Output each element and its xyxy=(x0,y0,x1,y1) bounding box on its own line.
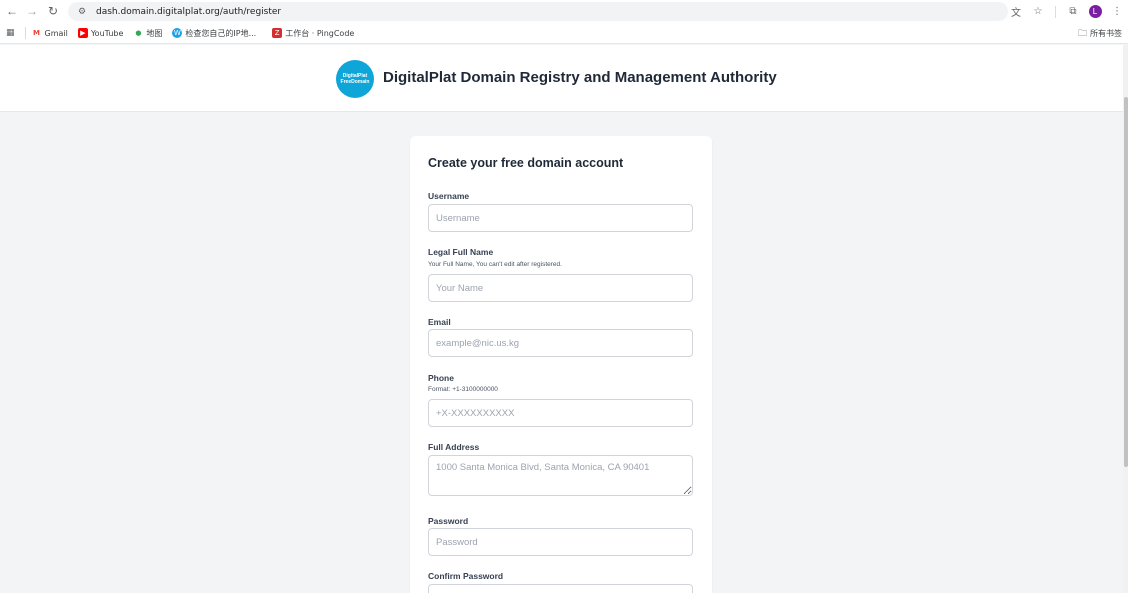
avatar: L xyxy=(1088,5,1102,18)
register-card: Create your free domain account Username… xyxy=(410,136,712,593)
pingcode-icon: Z xyxy=(272,28,283,38)
phone-label: Phone xyxy=(428,373,454,383)
password-label: Password xyxy=(428,516,469,526)
bookmark-label: 检查您自己的IP地... xyxy=(185,28,257,38)
confirm-password-input[interactable] xyxy=(428,584,693,593)
back-icon[interactable]: ← xyxy=(2,1,22,21)
fullname-input[interactable] xyxy=(428,274,693,302)
bookmark-label: 地图 xyxy=(146,28,163,38)
translate-icon[interactable]: 文 xyxy=(1005,2,1027,21)
phone-hint: Format: +1-3100000000 xyxy=(428,386,498,393)
logo-text-line2: FreeDomain xyxy=(340,79,370,85)
form-title: Create your free domain account xyxy=(428,156,624,170)
ip-icon: W xyxy=(172,28,183,38)
all-bookmarks-label: 所有书签 xyxy=(1090,29,1122,38)
gmail-icon: M xyxy=(33,29,40,37)
toolbar-actions: 文 ☆ ⧉ L ⋮ xyxy=(1005,2,1128,21)
phone-input[interactable] xyxy=(428,399,693,427)
fullname-label: Legal Full Name xyxy=(428,247,494,257)
username-input[interactable] xyxy=(428,204,693,232)
maps-icon: ● xyxy=(135,29,142,37)
toolbar-divider xyxy=(1055,5,1056,18)
profile-button[interactable]: L xyxy=(1084,2,1106,21)
bookmarks-divider xyxy=(24,27,26,39)
apps-icon[interactable]: ▦ xyxy=(6,28,15,38)
site-header: DigitalPlat FreeDomain DigitalPlat Domai… xyxy=(0,45,1128,112)
bookmark-youtube[interactable]: ▶ YouTube xyxy=(77,28,124,38)
browser-toolbar: ← → ↻ ⚙ dash.domain.digitalplat.org/auth… xyxy=(0,0,1128,23)
bookmark-maps[interactable]: ● 地图 xyxy=(133,28,162,39)
address-label: Full Address xyxy=(428,442,480,452)
fullname-hint: Your Full Name, You can't edit after reg… xyxy=(428,261,562,268)
username-label: Username xyxy=(428,191,470,201)
url-text: dash.domain.digitalplat.org/auth/registe… xyxy=(96,6,282,17)
bookmarks-bar: ▦ M Gmail ▶ YouTube ● 地图 W 检查您自己的IP地... Z 工作台… xyxy=(0,23,1128,44)
youtube-icon: ▶ xyxy=(77,28,88,38)
extensions-icon[interactable]: ⧉ xyxy=(1062,2,1084,21)
menu-icon[interactable]: ⋮ xyxy=(1106,2,1128,21)
page-scrollbar[interactable] xyxy=(1123,45,1128,593)
bookmark-label: YouTube xyxy=(90,28,124,38)
bookmark-ip[interactable]: W 检查您自己的IP地... xyxy=(172,28,256,39)
site-logo[interactable]: DigitalPlat FreeDomain xyxy=(336,60,374,98)
bookmark-pingcode[interactable]: Z 工作台 · PingCode xyxy=(272,28,354,39)
site-title: DigitalPlat Domain Registry and Manageme… xyxy=(383,69,777,86)
address-bar[interactable]: ⚙ dash.domain.digitalplat.org/auth/regis… xyxy=(68,2,1008,21)
reload-icon[interactable]: ↻ xyxy=(43,1,63,21)
all-bookmarks[interactable]: 🗀 所有书签 xyxy=(1078,23,1122,44)
email-input[interactable] xyxy=(428,329,693,357)
bookmark-label: Gmail xyxy=(44,28,68,38)
bookmark-star-icon[interactable]: ☆ xyxy=(1027,2,1049,21)
scrollbar-thumb[interactable] xyxy=(1124,97,1128,467)
address-textarea[interactable] xyxy=(428,455,693,496)
email-label: Email xyxy=(428,317,451,327)
password-input[interactable] xyxy=(428,528,693,556)
confirm-password-label: Confirm Password xyxy=(428,571,504,581)
site-info-icon[interactable]: ⚙ xyxy=(76,6,88,18)
folder-icon: 🗀 xyxy=(1077,28,1087,39)
forward-icon[interactable]: → xyxy=(22,1,42,21)
bookmark-label: 工作台 · PingCode xyxy=(285,28,355,38)
bookmark-gmail[interactable]: M Gmail xyxy=(32,28,68,38)
